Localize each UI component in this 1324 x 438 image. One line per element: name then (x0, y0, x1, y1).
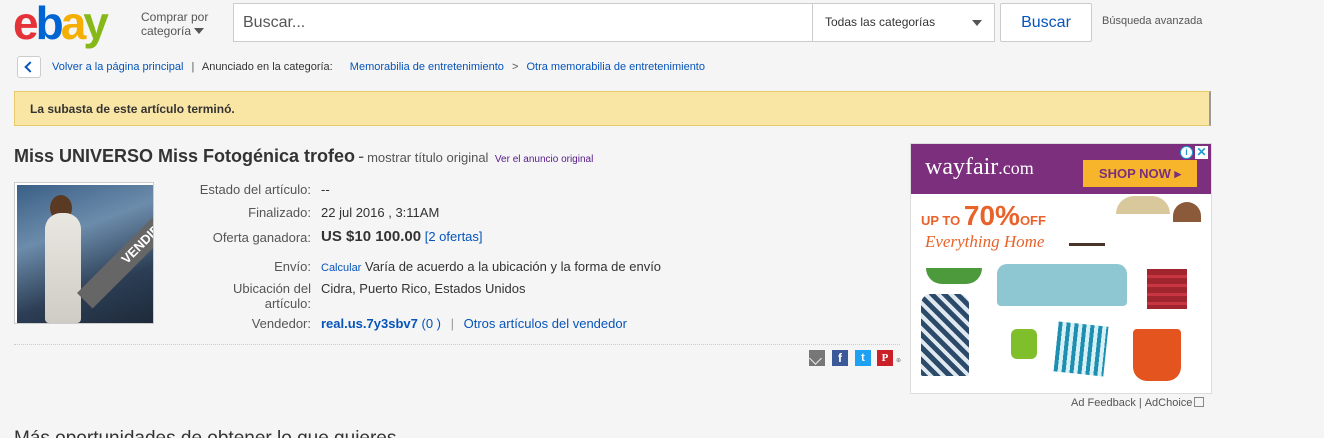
ad-footer: Ad Feedback | AdChoice (1071, 397, 1205, 409)
bowl-image (926, 268, 982, 284)
shipping-text: Varía de acuerdo a la ubicación y la for… (364, 259, 662, 274)
location-label-line2: artículo: (264, 296, 311, 311)
ad-brand-logo: wayfair.com (925, 154, 1034, 180)
item-image[interactable]: VENDIDO (14, 182, 154, 324)
adchoice-icon[interactable] (1194, 397, 1205, 407)
bids-link[interactable]: 2 ofertas (428, 229, 479, 244)
adchoice-link[interactable]: AdChoice (1145, 397, 1193, 409)
ad-info-icon[interactable]: i (1180, 146, 1193, 159)
show-original-title[interactable]: mostrar título original (367, 150, 488, 165)
search-button[interactable]: Buscar (1000, 3, 1092, 42)
pinterest-icon[interactable]: P (877, 350, 893, 366)
sofa-image (997, 264, 1127, 306)
pillow-image (1053, 321, 1109, 377)
chevron-left-icon (24, 61, 36, 73)
divider (14, 344, 900, 345)
seller-label: Vendedor: (251, 316, 311, 331)
seller-feedback[interactable]: (0 ) (421, 316, 441, 331)
email-icon[interactable] (809, 350, 825, 366)
other-items-link[interactable]: Otros artículos del vendedor (464, 316, 627, 331)
breadcrumb-category-1[interactable]: Memorabilia de entretenimiento (350, 61, 504, 73)
ad-close-icon[interactable]: ✕ (1195, 146, 1208, 159)
condition-value: -- (321, 182, 330, 197)
umbrella-image (1116, 196, 1170, 214)
armchair-image (921, 294, 969, 376)
ebay-logo[interactable]: ebay (13, 0, 109, 46)
ended-label: Finalizado: (248, 205, 311, 220)
breadcrumb: Volver a la página principal | Anunciado… (52, 61, 705, 73)
chandelier-image (1069, 196, 1105, 246)
listed-in-label: Anunciado en la categoría: (201, 61, 333, 73)
facebook-icon[interactable]: f (832, 350, 848, 366)
chevron-down-icon (194, 28, 205, 34)
winning-price: US $10 100.00 (321, 228, 422, 245)
twitter-icon[interactable]: t (855, 350, 871, 366)
auction-ended-alert: La subasta de este artículo terminó. (14, 91, 1211, 126)
seller-name-link[interactable]: real.us.7y3sbv7 (321, 316, 418, 331)
breadcrumb-separator: > (511, 61, 519, 73)
winning-bid-label: Oferta ganadora: (212, 230, 311, 245)
ad-tagline: Everything Home (925, 232, 1045, 251)
shipping-label: Envío: (274, 259, 311, 274)
back-button[interactable] (17, 56, 41, 78)
advanced-search-link[interactable]: Búsqueda avanzada (1102, 15, 1202, 27)
breadcrumb-category-2[interactable]: Otra memorabilia de entretenimiento (526, 61, 705, 73)
lamp-image (1173, 202, 1201, 222)
category-select[interactable]: Todas las categorías (812, 4, 994, 41)
shop-by-category-button[interactable]: Comprar por categoría (141, 10, 208, 38)
condition-label: Estado del artículo: (199, 182, 311, 197)
ad-offer: UP TO 70%OFF (921, 200, 1046, 231)
chevron-down-icon (972, 20, 982, 26)
location-value: Cidra, Puerto Rico, Estados Unidos (321, 281, 526, 296)
search-bar: Todas las categorías (233, 3, 995, 42)
pot-image (1133, 329, 1181, 381)
shop-by-label-line2: categoría (141, 24, 192, 38)
share-more-icon[interactable]: ⊕ (896, 357, 901, 364)
towels-image (1147, 269, 1187, 309)
more-opportunities-heading: Más oportunidades de obtener lo que quie… (14, 428, 396, 438)
back-to-home-link[interactable]: Volver a la página principal (52, 61, 183, 73)
search-input[interactable] (234, 4, 812, 41)
location-label-line1: Ubicación del (232, 281, 311, 296)
advertisement[interactable]: wayfair.com SHOP NOW ▸ i ✕ UP TO 70%OFF … (910, 143, 1212, 394)
ad-shop-now-button[interactable]: SHOP NOW ▸ (1083, 160, 1197, 187)
category-select-value: Todas las categorías (825, 15, 936, 29)
item-title-row: Miss UNIVERSO Miss Fotogénica trofeo - mos… (14, 146, 593, 167)
item-title: Miss UNIVERSO Miss Fotogénica trofeo (14, 146, 356, 166)
title-dash: - (358, 146, 365, 166)
calculate-shipping-link[interactable]: Calcular (321, 262, 361, 274)
see-original-listing-link[interactable]: Ver el anuncio original (495, 154, 593, 165)
ended-value: 22 jul 2016 , 3:11AM (321, 205, 440, 220)
green-chair-image (1011, 329, 1037, 359)
ad-feedback-link[interactable]: Ad Feedback (1071, 397, 1136, 409)
shop-by-label-line1: Comprar por (141, 10, 209, 24)
